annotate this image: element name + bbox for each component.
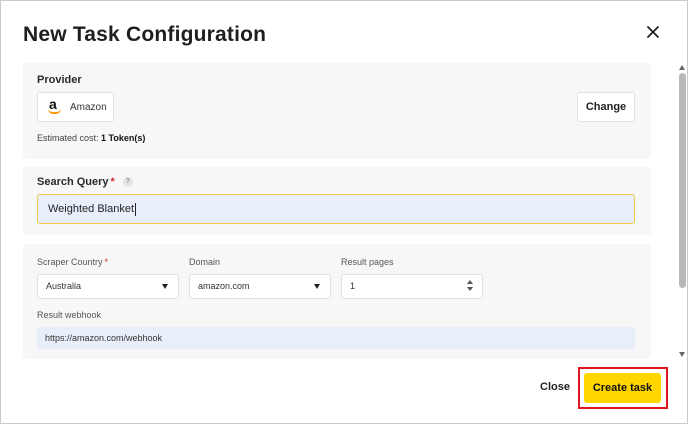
result-pages-label: Result pages (341, 257, 394, 267)
search-query-label-text: Search Query (37, 176, 109, 188)
new-task-dialog: New Task Configuration Provider a Amazon… (0, 0, 688, 424)
result-webhook-label: Result webhook (37, 310, 102, 320)
close-button[interactable]: Close (540, 381, 570, 393)
scraper-country-value: Australia (46, 281, 82, 291)
scroll-up-icon[interactable] (679, 65, 685, 70)
search-query-section: Search Query *? Weighted Blanket (23, 167, 651, 235)
help-icon[interactable]: ? (122, 177, 133, 188)
domain-value: amazon.com (198, 281, 250, 291)
scraper-country-label-text: Scraper Country (37, 257, 103, 267)
dialog-body[interactable]: Provider a Amazon Change Estimated cost:… (23, 63, 651, 359)
change-provider-button[interactable]: Change (577, 92, 635, 122)
required-mark: * (110, 176, 115, 188)
scraper-country-label: Scraper Country * (37, 257, 108, 267)
search-query-label: Search Query *? (37, 176, 133, 188)
required-mark: * (104, 257, 109, 267)
chevron-down-icon (314, 284, 320, 289)
amazon-logo-icon: a (48, 96, 62, 115)
chevron-down-icon (162, 284, 168, 289)
scroll-down-icon[interactable] (679, 352, 685, 357)
result-webhook-value: https://amazon.com/webhook (45, 333, 163, 343)
dialog-title: New Task Configuration (23, 23, 267, 46)
result-webhook-input[interactable]: https://amazon.com/webhook (37, 327, 635, 349)
provider-label: Provider (37, 74, 82, 86)
scraper-config-section: Scraper Country * Australia Domain amazon… (23, 244, 651, 359)
provider-name: Amazon (70, 101, 107, 113)
provider-section: Provider a Amazon Change Estimated cost:… (23, 63, 651, 159)
scraper-country-select[interactable]: Australia (37, 274, 179, 299)
close-icon[interactable] (644, 23, 662, 41)
estimated-cost-value: 1 Token(s) (101, 133, 146, 143)
provider-chip: a Amazon (37, 92, 114, 122)
search-query-input[interactable]: Weighted Blanket (37, 194, 635, 224)
create-task-button[interactable]: Create task (584, 373, 661, 403)
domain-select[interactable]: amazon.com (189, 274, 331, 299)
scroll-thumb[interactable] (679, 73, 686, 288)
result-pages-value: 1 (350, 281, 356, 291)
estimated-cost: Estimated cost: 1 Token(s) (37, 133, 145, 143)
stepper-icon[interactable] (466, 280, 474, 293)
estimated-cost-label: Estimated cost: (37, 133, 99, 143)
domain-label: Domain (189, 257, 221, 267)
result-pages-input[interactable]: 1 (341, 274, 483, 299)
scrollbar[interactable] (678, 63, 687, 359)
search-query-value: Weighted Blanket (48, 203, 135, 215)
text-caret (135, 202, 137, 216)
